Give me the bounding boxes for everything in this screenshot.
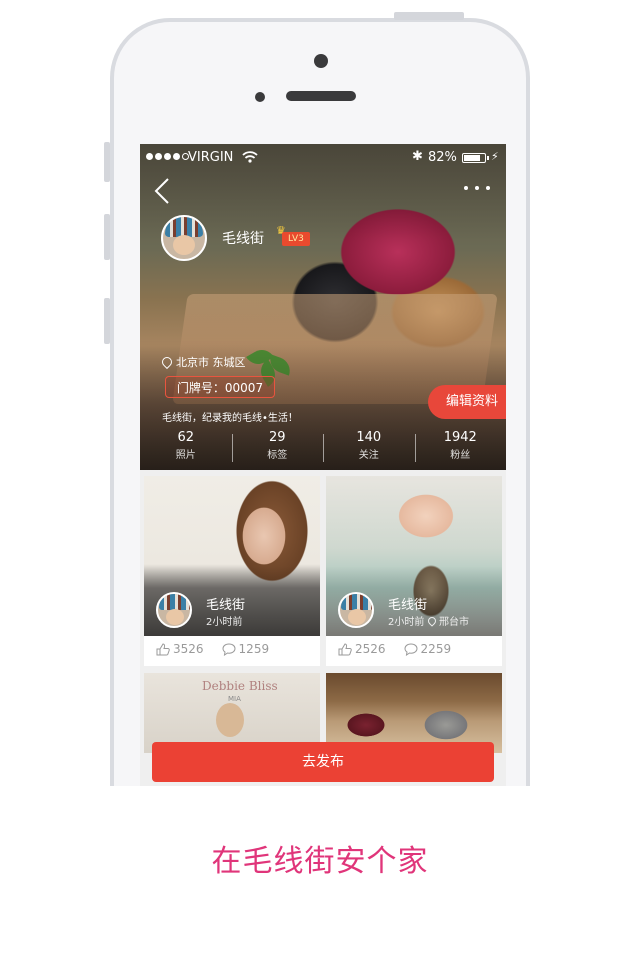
like-count-value: 3526 [173,642,204,656]
carrier-name: VIRGIN [188,150,234,165]
battery-percent: 82% [428,150,457,165]
photo-caption-title: Debbie Bliss [202,679,278,693]
frame-cutoff [0,786,640,826]
like-icon [156,642,170,655]
battery-level-fill [464,155,481,161]
edit-profile-button[interactable]: 编辑资料 [428,385,506,419]
author-avatar[interactable] [156,592,192,628]
like-count[interactable]: 2526 [338,642,386,656]
stat-label: 关注 [358,450,379,461]
wifi-icon [242,151,258,163]
location-text: 北京市 东城区 [176,356,246,369]
phone-volume-up [104,214,110,260]
like-icon [338,642,352,655]
post-time: 2小时前 [206,617,243,628]
earpiece-speaker [286,91,356,101]
feed-card[interactable]: Debbie Bliss MIA [144,673,320,753]
charging-icon: ⚡ [491,150,499,163]
feed-photo[interactable] [326,673,502,753]
profile-stats: 62 照片 29 标签 140 关注 1942 粉丝 [140,428,506,468]
battery-tip [487,156,489,160]
comment-count[interactable]: 1259 [222,642,270,656]
stat-photos[interactable]: 62 照片 [140,428,232,468]
stat-value: 62 [177,430,195,445]
profile-location: 北京市 东城区 [159,354,246,370]
location-pin-icon [159,354,175,370]
app-screen: VIRGIN ✱ 82% ⚡ 毛线街 ♛ LV3 北京市 东城区 门牌号：000… [140,144,506,786]
stat-tags[interactable]: 29 标签 [231,428,324,468]
proximity-sensor [255,92,265,102]
comment-count-value: 2259 [420,642,452,656]
photo-model [216,703,244,737]
comment-icon [222,642,236,656]
stat-label: 照片 [175,450,196,461]
promo-tagline: 在毛线街安个家 [211,844,429,879]
stat-label: 标签 [267,450,288,461]
signal-strength-icon [146,153,189,160]
comment-count[interactable]: 2259 [404,642,452,656]
stat-value: 1942 [443,430,477,445]
status-bar: VIRGIN ✱ 82% ⚡ [140,144,506,172]
stat-followers[interactable]: 1942 粉丝 [414,428,507,468]
feed-card[interactable]: 毛线街 2小时前 邢台市 2526 2259 [326,476,502,666]
feed-card[interactable] [326,673,502,753]
feed-card[interactable]: 毛线街 2小时前 3526 1259 [144,476,320,666]
comment-count-value: 1259 [238,642,270,656]
post-time: 2小时前 [388,617,425,628]
phone-power-button [394,12,464,20]
post-location: 邢台市 [426,613,469,628]
author-name: 毛线街 [388,598,428,613]
front-camera [314,54,328,68]
battery-icon [462,153,486,163]
door-number-badge: 门牌号：00007 [165,376,275,398]
author-name: 毛线街 [206,598,246,613]
more-icon[interactable] [464,186,490,190]
photo-caption-subtitle: MIA [228,695,241,703]
profile-username: 毛线街 [222,231,264,247]
feed-photo[interactable]: Debbie Bliss MIA [144,673,320,753]
author-avatar[interactable] [338,592,374,628]
phone-volume-down [104,298,110,344]
stat-label: 粉丝 [450,450,471,461]
profile-avatar[interactable] [161,215,207,261]
publish-button[interactable]: 去发布 [152,742,494,782]
stat-value: 140 [356,430,382,445]
stat-value: 29 [268,430,286,445]
phone-mute-switch [104,142,110,182]
bluetooth-icon: ✱ [412,149,423,164]
comment-icon [404,642,418,656]
like-count-value: 2526 [355,642,386,656]
like-count[interactable]: 3526 [156,642,204,656]
back-icon[interactable] [150,176,176,206]
level-badge: LV3 [282,232,310,246]
post-stats: 3526 1259 [156,642,269,656]
post-location-text: 邢台市 [439,617,469,628]
profile-motto: 毛线街，纪录我的毛线•生活！ [162,413,298,424]
post-stats: 2526 2259 [338,642,451,656]
location-pin-icon [426,614,438,627]
stat-following[interactable]: 140 关注 [323,428,415,468]
